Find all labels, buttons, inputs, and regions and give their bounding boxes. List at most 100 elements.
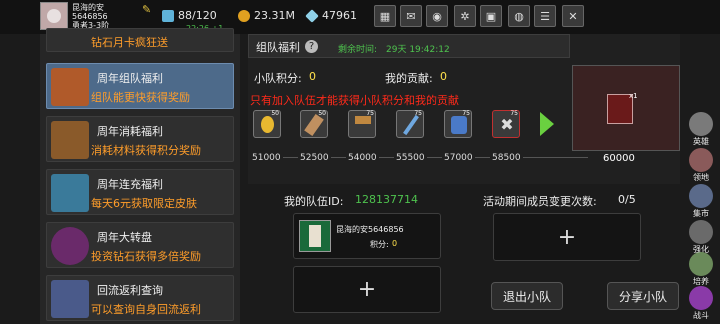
reward-staff[interactable]: 75 — [396, 110, 424, 138]
member-avatar — [299, 220, 331, 252]
gamepad-icon[interactable]: ◉ — [426, 5, 448, 27]
nav-label: 领地 — [693, 173, 709, 182]
leave-team-button[interactable]: 退出小队 — [491, 282, 563, 310]
event-desc: 钻石月卡疯狂送 — [91, 36, 168, 49]
nav-label: 战斗 — [693, 311, 709, 320]
empty-member-slot[interactable]: + — [493, 213, 641, 261]
crossed-weapons-icon: ✖ — [500, 115, 514, 134]
change-count-label: 活动期间成员变更次数: — [483, 195, 597, 208]
gold-coin-icon — [238, 10, 250, 22]
event-item-team-welfare[interactable]: 周年组队福利 组队能更快获得奖励 — [46, 63, 234, 109]
stamina-resource: 88/120 — [162, 8, 217, 24]
member-points-value: 0 — [392, 239, 398, 248]
event-item-diamond-card[interactable]: 钻石月卡疯狂送 — [46, 28, 234, 52]
reward-count: 75 — [510, 110, 518, 117]
next-arrow-icon[interactable] — [540, 112, 554, 136]
settings-gear-icon[interactable]: ✲ — [454, 5, 476, 27]
player-id: 5646856 — [72, 12, 108, 21]
event-title: 周年连充福利 — [97, 178, 163, 191]
notice-text: 只有加入队伍才能获得小队积分和我的贡献 — [250, 94, 459, 107]
empty-member-slot[interactable]: + — [293, 266, 441, 313]
event-list: 钻石月卡疯狂送 周年组队福利 组队能更快获得奖励 周年消耗福利 消耗材料获得积分… — [40, 28, 240, 324]
nav-enhance[interactable]: 强化 — [684, 220, 718, 256]
player-avatar[interactable] — [40, 2, 68, 30]
nav-label: 集市 — [693, 209, 709, 218]
event-desc: 消耗材料获得积分奖励 — [91, 144, 201, 157]
milestone-label: 58500 — [490, 153, 523, 163]
team-points-label: 小队积分: — [254, 72, 302, 85]
team-id-value: 128137714 — [355, 193, 418, 206]
my-contrib-label: 我的贡献: — [385, 72, 433, 85]
edit-icon[interactable]: ✎ — [142, 4, 154, 16]
market-icon — [689, 184, 713, 208]
milestone-label: 57000 — [442, 153, 475, 163]
nav-hero[interactable]: 英雄 — [684, 112, 718, 148]
event-item-recharge-welfare[interactable]: 周年连充福利 每天6元获取限定皮肤 — [46, 169, 234, 215]
stamina-value: 88/120 — [178, 9, 217, 22]
spin-wheel-icon — [51, 227, 89, 265]
gem-resource: 47961 — [305, 8, 357, 24]
milestone-label: 51000 — [250, 153, 283, 163]
nav-label: 英雄 — [693, 137, 709, 146]
milestone-label: 54000 — [346, 153, 379, 163]
treasure-chest-icon — [51, 68, 89, 106]
gem-icon — [305, 9, 319, 23]
staff-icon — [403, 114, 419, 136]
event-item-return-rebate[interactable]: 回流返利查询 可以查询自身回流返利 — [46, 275, 234, 321]
share-team-button[interactable]: 分享小队 — [607, 282, 679, 310]
help-icon[interactable]: ? — [305, 40, 318, 53]
milestone-label-final: 60000 — [600, 153, 638, 164]
nav-battle[interactable]: 战斗 — [684, 286, 718, 322]
member-points-label: 积分: — [370, 240, 389, 249]
event-desc: 投资钻石获得多倍奖励 — [91, 250, 201, 263]
train-icon — [689, 252, 713, 276]
stamina-icon — [162, 10, 174, 22]
reward-blue-armor[interactable]: 75 — [444, 110, 472, 138]
reward-count: 75 — [462, 110, 470, 117]
shop-icon[interactable]: ▦ — [374, 5, 396, 27]
gold-resource: 23.31M — [238, 8, 295, 24]
reward-count: 50 — [271, 110, 279, 117]
change-count-value: 0/5 — [618, 193, 636, 206]
reward-golden-egg[interactable]: 50 — [253, 110, 281, 138]
member-card[interactable]: 昆海的安5646856 积分: 0 — [293, 213, 441, 259]
enhance-icon — [689, 220, 713, 244]
reward-count: 75 — [414, 110, 422, 117]
mail-icon[interactable]: ✉ — [400, 5, 422, 27]
reward-hammer[interactable]: 75 — [348, 110, 376, 138]
member-figure — [309, 225, 321, 247]
rebate-icon — [51, 280, 89, 318]
close-icon[interactable]: ✕ — [562, 5, 584, 27]
event-desc: 组队能更快获得奖励 — [91, 91, 190, 104]
hero-icon — [689, 112, 713, 136]
gem-value: 47961 — [322, 9, 357, 22]
event-desc: 可以查询自身回流返利 — [91, 303, 201, 316]
gift-icon[interactable]: ▣ — [480, 5, 502, 27]
reward-scroll[interactable]: 50 — [300, 110, 328, 138]
reward-count: 50 — [318, 110, 326, 117]
hammer-icon — [355, 116, 371, 124]
my-contrib-value: 0 — [440, 70, 447, 83]
menu-icon[interactable]: ☰ — [534, 5, 556, 27]
countdown-label: 剩余时间: — [338, 45, 378, 55]
gold-value: 23.31M — [254, 9, 295, 22]
event-item-wheel[interactable]: 周年大转盘 投资钻石获得多倍奖励 — [46, 222, 234, 268]
reward-crossed-weapons[interactable]: ✖ 75 — [492, 110, 520, 138]
player-name: 昆海的安 — [72, 3, 104, 12]
team-id-label: 我的队伍ID: — [284, 195, 344, 208]
team-welfare-title: 组队福利 — [256, 41, 300, 54]
armor-icon — [451, 116, 467, 134]
golden-egg-icon — [261, 116, 274, 133]
event-title: 周年大转盘 — [97, 231, 152, 244]
reward-count: 75 — [366, 110, 374, 117]
nav-train[interactable]: 培养 — [684, 252, 718, 288]
preview-count: x1 — [629, 92, 638, 100]
event-title: 周年消耗福利 — [97, 125, 163, 138]
milestone-label: 55500 — [394, 153, 427, 163]
color-wheel-icon[interactable]: ◍ — [508, 5, 530, 27]
nav-territory[interactable]: 领地 — [684, 148, 718, 184]
nav-market[interactable]: 集市 — [684, 184, 718, 220]
territory-icon — [689, 148, 713, 172]
event-item-consume-welfare[interactable]: 周年消耗福利 消耗材料获得积分奖励 — [46, 116, 234, 162]
crystal-icon — [51, 174, 89, 212]
